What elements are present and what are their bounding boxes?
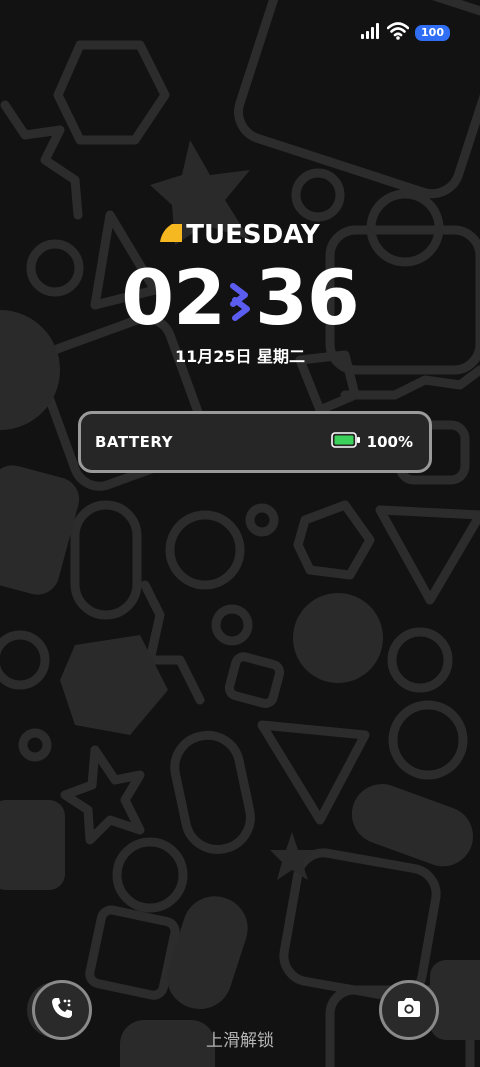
phone-icon <box>49 995 75 1025</box>
lock-screen[interactable]: 100 TUESDAY 02 36 11月25日 星期二 BATTERY 100… <box>0 0 480 1067</box>
day-of-week: TUESDAY <box>0 220 480 250</box>
day-accent-icon <box>160 224 183 246</box>
clock-separator-icon <box>225 268 255 328</box>
day-label: TUESDAY <box>186 220 320 250</box>
battery-widget-percent: 100% <box>366 433 413 451</box>
clock-hours: 02 <box>121 253 226 342</box>
wifi-icon <box>386 22 410 44</box>
cellular-signal-icon <box>361 23 381 43</box>
camera-icon <box>395 996 423 1024</box>
clock-minutes: 36 <box>255 253 360 342</box>
battery-widget[interactable]: BATTERY 100% <box>78 411 432 473</box>
battery-widget-status: 100% <box>330 432 413 452</box>
battery-widget-label: BATTERY <box>95 433 174 451</box>
status-bar: 100 <box>361 22 450 44</box>
wallpaper <box>0 0 480 1067</box>
clock-date: 11月25日 星期二 <box>174 347 306 366</box>
clock-time: 02 36 <box>0 258 480 338</box>
swipe-to-unlock-hint: 上滑解锁 <box>206 1031 274 1051</box>
battery-icon <box>330 432 361 452</box>
status-battery-badge: 100 <box>415 25 450 41</box>
